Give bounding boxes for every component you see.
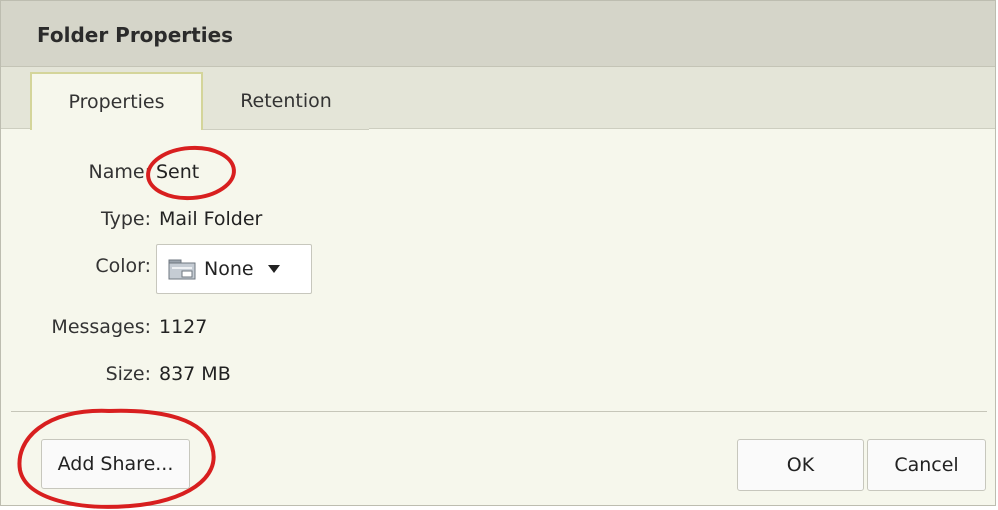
footer-divider xyxy=(11,411,987,412)
name-value: Sent xyxy=(156,161,200,183)
size-value: 837 MB xyxy=(159,363,231,385)
color-dropdown-value: None xyxy=(204,258,254,280)
tab-strip: Properties Retention xyxy=(1,67,995,130)
messages-label: Messages: xyxy=(51,316,151,338)
tab-properties[interactable]: Properties xyxy=(30,72,203,130)
cancel-button[interactable]: Cancel xyxy=(867,439,986,491)
type-label: Type: xyxy=(100,208,151,230)
folder-icon xyxy=(168,259,196,280)
caret-down-icon xyxy=(267,265,280,273)
tab-retention[interactable]: Retention xyxy=(203,72,369,130)
dialog-title-bar[interactable]: Folder Properties xyxy=(1,1,995,67)
size-label: Size: xyxy=(105,363,151,385)
folder-properties-dialog: Folder Properties Properties Retention N… xyxy=(0,0,996,506)
dialog-title: Folder Properties xyxy=(37,23,234,47)
type-value: Mail Folder xyxy=(159,208,263,230)
messages-value: 1127 xyxy=(159,316,208,338)
color-dropdown[interactable]: None xyxy=(156,244,312,294)
ok-button[interactable]: OK xyxy=(737,439,864,491)
add-share-button[interactable]: Add Share... xyxy=(41,439,190,489)
color-label: Color: xyxy=(95,255,151,277)
name-label: Name: xyxy=(88,161,151,183)
